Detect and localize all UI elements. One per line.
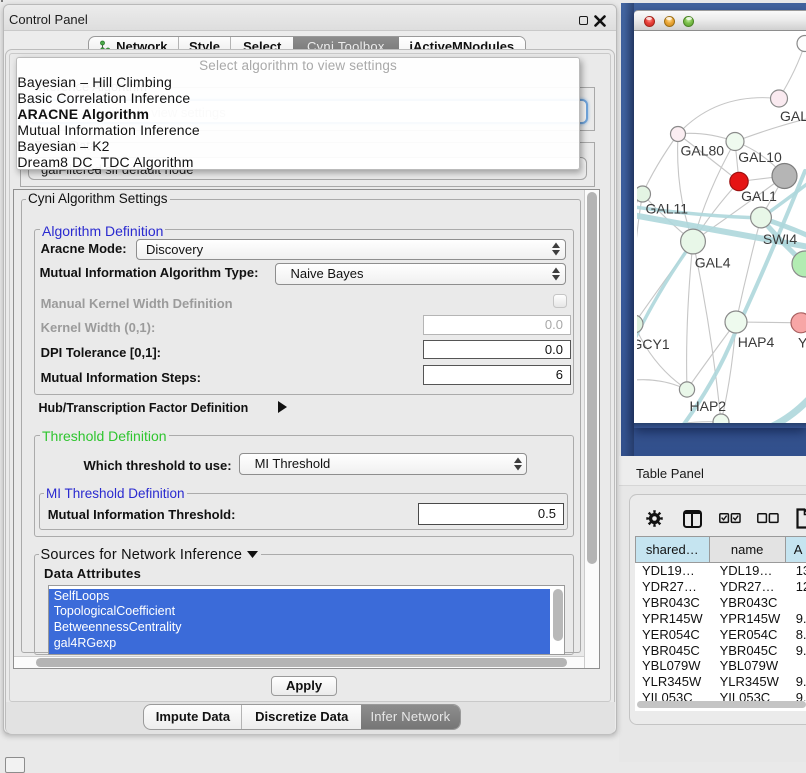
svg-text:GAL1: GAL1: [741, 188, 777, 204]
svg-text:GAL80: GAL80: [681, 142, 725, 158]
svg-text:GAL4: GAL4: [695, 254, 731, 270]
svg-text:GAL10: GAL10: [738, 149, 782, 165]
svg-text:SWI4: SWI4: [763, 231, 797, 247]
svg-text:HAP4: HAP4: [738, 334, 775, 350]
svg-text:GCY1: GCY1: [637, 336, 670, 352]
svg-text:YJ: YJ: [798, 334, 806, 350]
svg-text:GAL11: GAL11: [646, 200, 689, 216]
svg-text:HAP2: HAP2: [690, 398, 727, 414]
svg-text:GAL7: GAL7: [780, 108, 806, 124]
